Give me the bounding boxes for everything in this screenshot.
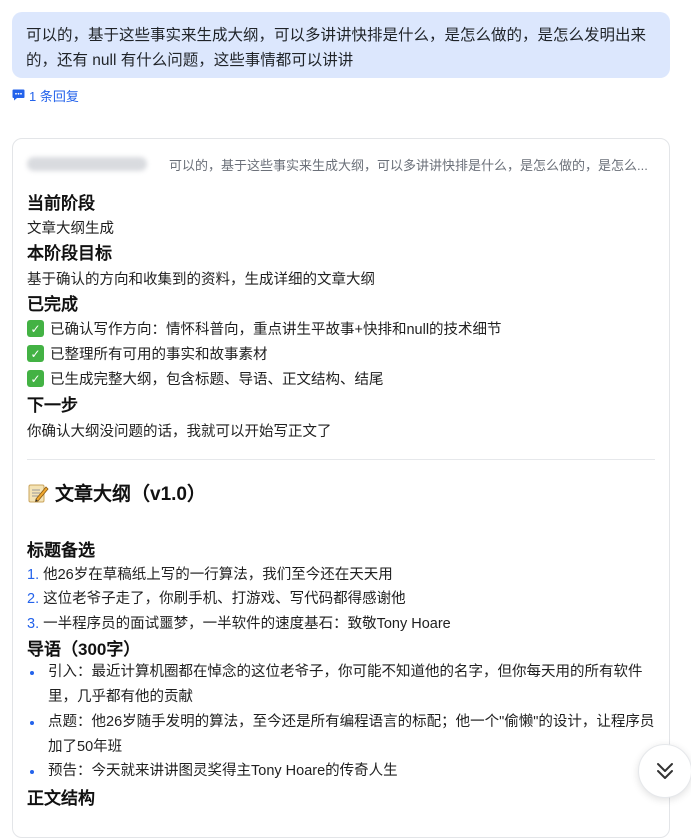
done-heading: 已完成 xyxy=(27,295,78,314)
goal-value: 基于确认的方向和收集到的资料，生成详细的文章大纲 xyxy=(27,272,375,288)
reply-count-label: 1 条回复 xyxy=(29,88,79,104)
quote-author-redacted xyxy=(27,157,147,171)
bullet-icon xyxy=(30,671,34,675)
next-step-value: 你确认大纲没问题的话，我就可以开始写正文了 xyxy=(27,424,332,440)
intro-item-text: 预告：今天就来讲讲图灵奖得主Tony Hoare的传奇人生 xyxy=(48,763,398,779)
comment-icon xyxy=(12,89,25,101)
body-structure-heading: 正文结构 xyxy=(27,789,95,808)
check-mark-icon: ✓ xyxy=(27,370,44,387)
quoted-message[interactable]: 可以的，基于这些事实来生成大纲，可以多讲讲快排是什么，是怎么做的，是怎么... xyxy=(27,153,655,175)
done-item: ✓ 已生成完整大纲，包含标题、导语、正文结构、结尾 xyxy=(27,368,384,389)
check-mark-icon: ✓ xyxy=(27,345,44,362)
done-item-text: 已生成完整大纲，包含标题、导语、正文结构、结尾 xyxy=(50,372,384,388)
title-option-number: 1. xyxy=(27,567,40,583)
titles-heading: 标题备选 xyxy=(27,541,95,560)
title-option-text: 这位老爷子走了，你刷手机、打游戏、写代码都得感谢他 xyxy=(43,591,406,607)
section-divider xyxy=(27,459,655,460)
done-item: ✓ 已确认写作方向：情怀科普向，重点讲生平故事+快排和null的技术细节 xyxy=(27,318,502,339)
check-mark-icon: ✓ xyxy=(27,320,44,337)
quote-text: 可以的，基于这些事实来生成大纲，可以多讲讲快排是什么，是怎么做的，是怎么... xyxy=(169,157,648,173)
intro-item: 预告：今天就来讲讲图灵奖得主Tony Hoare的传奇人生 xyxy=(27,759,655,784)
outline-title: 文章大纲（v1.0） xyxy=(27,479,206,506)
title-option-number: 2. xyxy=(27,591,40,607)
current-stage-heading: 当前阶段 xyxy=(27,194,95,213)
scroll-to-bottom-button[interactable] xyxy=(638,744,691,798)
bullet-icon xyxy=(30,721,34,725)
user-message-line-2: 的，还有 null 有什么问题，这些事情都可以讲讲 xyxy=(26,52,354,69)
next-step-heading: 下一步 xyxy=(27,396,78,415)
title-option-text: 一半程序员的面试噩梦，一半软件的速度基石：致敬Tony Hoare xyxy=(43,616,451,632)
intro-item: 点题：他26岁随手发明的算法，至今还是所有编程语言的标配；他一个"偷懒"的设计，… xyxy=(27,710,655,760)
memo-icon xyxy=(28,484,49,502)
title-option-number: 3. xyxy=(27,616,40,632)
done-item-text: 已整理所有可用的事实和故事素材 xyxy=(50,347,268,363)
intro-heading: 导语（300字） xyxy=(27,640,141,659)
assistant-reply-card: 可以的，基于这些事实来生成大纲，可以多讲讲快排是什么，是怎么做的，是怎么... … xyxy=(12,138,670,838)
title-option: 1. 他26岁在草稿纸上写的一行算法，我们至今还在天天用 xyxy=(27,563,393,584)
user-message-bubble: 可以的，基于这些事实来生成大纲，可以多讲讲快排是什么，是怎么做的，是怎么发明出来… xyxy=(12,12,670,78)
title-option: 3. 一半程序员的面试噩梦，一半软件的速度基石：致敬Tony Hoare xyxy=(27,612,451,633)
reply-count-link[interactable]: 1 条回复 xyxy=(12,86,79,104)
done-item: ✓ 已整理所有可用的事实和故事素材 xyxy=(27,343,268,364)
intro-item-text: 引入：最近计算机圈都在悼念的这位老爷子，你可能不知道他的名字，但你每天用的所有软… xyxy=(48,664,643,705)
outline-title-text: 文章大纲（v1.0） xyxy=(55,484,206,505)
title-option: 2. 这位老爷子走了，你刷手机、打游戏、写代码都得感谢他 xyxy=(27,587,406,608)
current-stage-value: 文章大纲生成 xyxy=(27,221,114,237)
user-message-line-1: 可以的，基于这些事实来生成大纲，可以多讲讲快排是什么，是怎么做的，是怎么发明出来 xyxy=(26,27,647,44)
double-chevron-down-icon xyxy=(657,763,673,779)
done-item-text: 已确认写作方向：情怀科普向，重点讲生平故事+快排和null的技术细节 xyxy=(50,322,502,338)
intro-item: 引入：最近计算机圈都在悼念的这位老爷子，你可能不知道他的名字，但你每天用的所有软… xyxy=(27,660,655,710)
intro-item-text: 点题：他26岁随手发明的算法，至今还是所有编程语言的标配；他一个"偷懒"的设计，… xyxy=(48,714,655,755)
title-option-text: 他26岁在草稿纸上写的一行算法，我们至今还在天天用 xyxy=(43,567,393,583)
bullet-icon xyxy=(30,770,34,774)
goal-heading: 本阶段目标 xyxy=(27,244,112,263)
